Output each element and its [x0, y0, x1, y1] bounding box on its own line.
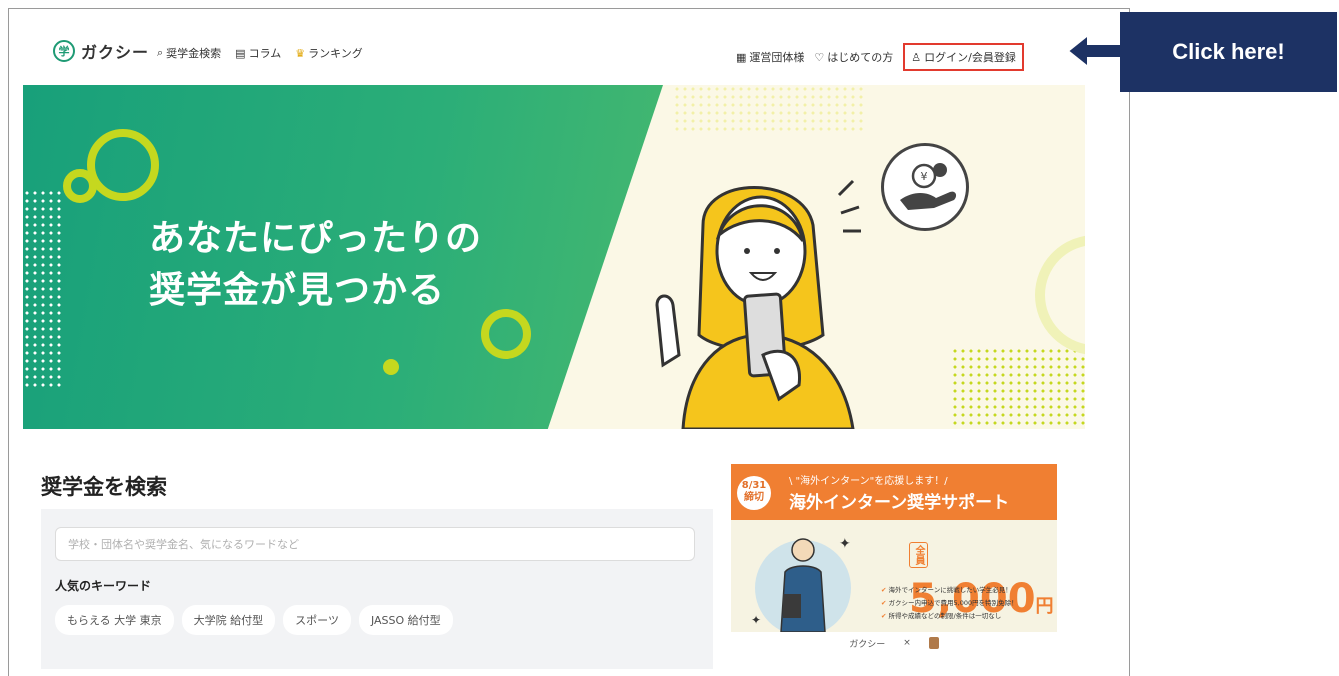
building-icon: ▦: [736, 50, 747, 64]
hero-headline: あなたにぴったりの 奨学金が見つかる: [149, 213, 482, 317]
primary-nav: ⌕ 奨学金検索 ▤ コラム ♛ ランキング: [157, 45, 363, 61]
partner-logo-icon: [928, 637, 939, 649]
callout-text: Click here!: [1172, 39, 1285, 64]
decorative-ring: [63, 169, 97, 203]
nav-organizations[interactable]: ▦ 運営団体様: [736, 49, 804, 65]
hero-headline-line1: あなたにぴったりの: [149, 218, 483, 259]
decorative-ring: [87, 129, 159, 201]
hero-headline-line2: 奨学金が見つかる: [149, 270, 446, 311]
logo-text: ガクシー: [81, 43, 150, 62]
promo-point-text: 所得や成績などの制限/条件は一切なし: [888, 612, 1002, 620]
promo-point: ✔ 海外でインターンに挑戦したい学生必見！: [881, 584, 1047, 597]
promo-header: 8/31 締切 \ "海外インターン"を応援します！/ 海外インターン奨学サポー…: [731, 464, 1057, 520]
nav-label: コラム: [248, 47, 282, 60]
login-register-button[interactable]: ♙ ログイン/会員登録: [903, 43, 1024, 71]
promo-point-text: 海外でインターンに挑戦したい学生必見！: [888, 586, 1012, 594]
book-icon: ▤: [235, 46, 246, 60]
click-here-callout: Click here!: [1120, 12, 1337, 92]
svg-text:✦: ✦: [839, 536, 851, 552]
pin-icon: ♡: [814, 50, 825, 64]
deadline-date: 8/31: [741, 480, 767, 491]
check-icon: ✔: [881, 586, 887, 594]
search-panel: 人気のキーワード もらえる 大学 東京 大学院 給付型 スポーツ JASSO 給…: [41, 509, 713, 669]
user-icon: ♙: [911, 50, 922, 64]
login-label: ログイン/会員登録: [924, 51, 1016, 64]
deadline-label: 締切: [744, 492, 764, 503]
woman-with-phone-illustration: [655, 179, 861, 429]
nav-scholarship-search[interactable]: ⌕ 奨学金検索: [157, 45, 221, 61]
hero-banner: あなたにぴったりの 奨学金が見つかる ¥: [23, 85, 1085, 429]
keyword-chip[interactable]: 大学院 給付型: [181, 605, 276, 635]
keyword-chip[interactable]: スポーツ: [283, 605, 351, 635]
logo-icon: 学: [53, 40, 75, 62]
svg-text:✦: ✦: [751, 613, 761, 627]
nav-label: ランキング: [308, 47, 363, 60]
businessman-phone-illustration: ✦ ✦: [751, 536, 851, 632]
search-section-title: 奨学金を検索: [41, 475, 167, 499]
deadline-badge: 8/31 締切: [737, 476, 771, 510]
check-icon: ✔: [881, 612, 887, 620]
check-icon: ✔: [881, 599, 887, 607]
site-header: 学 ガクシー ⌕ 奨学金検索 ▤ コラム ♛ ランキング ▦ 運営団体様 ♡ は…: [9, 9, 1129, 85]
keyword-chip[interactable]: もらえる 大学 東京: [55, 605, 174, 635]
browser-frame: 学 ガクシー ⌕ 奨学金検索 ▤ コラム ♛ ランキング ▦ 運営団体様 ♡ は…: [8, 8, 1130, 676]
promo-footer-logo: ガクシー: [849, 639, 886, 650]
search-input[interactable]: [55, 527, 695, 561]
site-logo[interactable]: 学 ガクシー: [53, 39, 149, 63]
internship-promo-banner[interactable]: 8/31 締切 \ "海外インターン"を応援します！/ 海外インターン奨学サポー…: [731, 464, 1057, 654]
yen-symbol: ¥: [921, 170, 928, 183]
dot-pattern: [673, 85, 863, 135]
decorative-ring: [1035, 235, 1085, 355]
nav-label: 奨学金検索: [166, 47, 222, 60]
hand-coin-icon: ¥: [900, 163, 957, 210]
dot-pattern: [951, 347, 1085, 427]
promo-point: ✔ 所得や成績などの制限/条件は一切なし: [881, 610, 1047, 623]
nav-first-time[interactable]: ♡ はじめての方: [814, 49, 893, 65]
nav-column[interactable]: ▤ コラム: [235, 45, 281, 61]
decorative-ring: [481, 309, 531, 359]
popular-keywords-label: 人気のキーワード: [55, 579, 152, 593]
crown-icon: ♛: [295, 46, 306, 60]
promo-point-text: ガクシー内申込で費用5,000円を特別免除！: [888, 599, 1018, 607]
nav-label: はじめての方: [827, 51, 894, 64]
secondary-nav: ▦ 運営団体様 ♡ はじめての方 ♙ ログイン/会員登録: [736, 43, 1024, 71]
arrow-left-icon: [1066, 32, 1123, 70]
promo-points: ✔ 海外でインターンに挑戦したい学生必見！ ✔ ガクシー内申込で費用5,000円…: [881, 584, 1047, 623]
promo-footer-x: ×: [903, 638, 911, 648]
decorative-dot: [383, 359, 399, 375]
promo-title: 海外インターン奨学サポート: [789, 493, 1010, 513]
promo-footer: ガクシー ×: [731, 632, 1057, 654]
nav-ranking[interactable]: ♛ ランキング: [295, 45, 363, 61]
search-icon: ⌕: [157, 46, 164, 59]
dot-pattern: [23, 189, 63, 389]
popular-keywords-list: もらえる 大学 東京 大学院 給付型 スポーツ JASSO 給付型: [55, 605, 453, 635]
promo-subtitle: \ "海外インターン"を応援します！/: [789, 476, 948, 487]
keyword-chip[interactable]: JASSO 給付型: [358, 605, 453, 635]
promo-point: ✔ ガクシー内申込で費用5,000円を特別免除！: [881, 597, 1047, 610]
nav-label: 運営団体様: [749, 51, 805, 64]
yen-coin-hand-bubble: ¥: [881, 143, 969, 231]
amount-prefix: 全員: [909, 542, 928, 568]
